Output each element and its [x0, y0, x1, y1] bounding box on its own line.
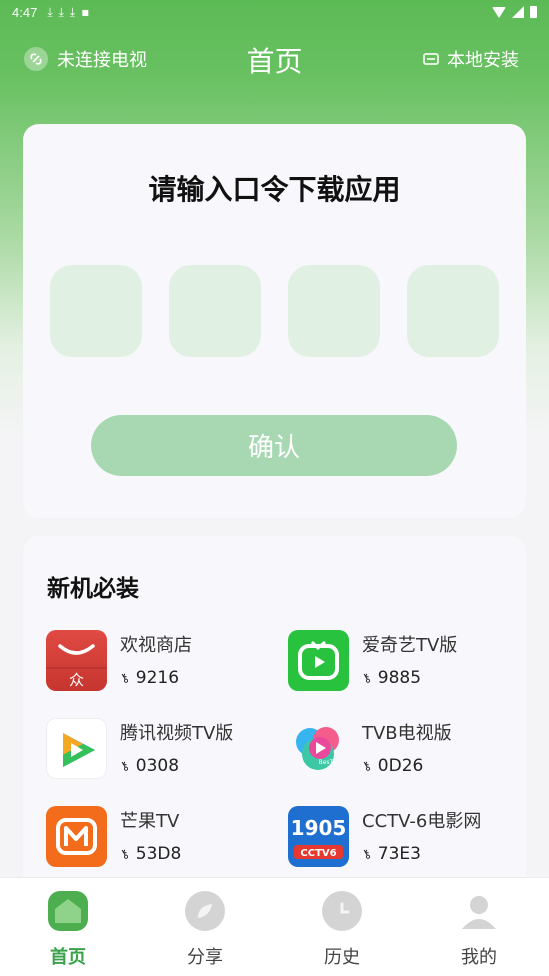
app-code: ⚷ 9885	[359, 668, 422, 688]
nav-item-history[interactable]: 历史	[302, 891, 382, 969]
app-code: ⚷ 0308	[117, 756, 180, 776]
app-name: 欢视商店	[120, 635, 192, 656]
iqiyi-icon	[288, 630, 349, 691]
app-item-tvb[interactable]: BesTV TVB电视版 ⚷ 0D26	[288, 718, 518, 780]
code-entry-title: 请输入口令下载应用	[148, 173, 401, 206]
nav-label: 历史	[324, 947, 360, 968]
local-install-button[interactable]: 本地安装	[423, 46, 519, 72]
code-digit-input-1[interactable]	[50, 265, 142, 357]
wifi-icon	[492, 6, 506, 18]
key-icon: ⚷	[359, 757, 374, 775]
huanshi-store-icon: 众	[46, 630, 107, 691]
tencent-video-icon	[46, 718, 107, 779]
key-icon: ⚷	[359, 845, 374, 863]
code-input-group	[50, 265, 499, 357]
nav-label: 我的	[461, 947, 497, 968]
svg-text:1905: 1905	[291, 816, 347, 840]
download-notification-icons: ⤓⤓⤓▪	[47, 4, 96, 19]
app-item-tencent-video[interactable]: 腾讯视频TV版 ⚷ 0308	[46, 718, 276, 780]
key-icon: ⚷	[117, 757, 132, 775]
key-icon: ⚷	[359, 669, 374, 687]
bottom-nav: 首页 分享 历史 我的	[0, 877, 549, 976]
nav-label: 分享	[187, 947, 223, 968]
mango-tv-icon	[46, 806, 107, 867]
confirm-button[interactable]: 确认	[91, 415, 457, 476]
app-name: TVB电视版	[362, 723, 452, 744]
key-icon: ⚷	[117, 669, 132, 687]
app-name: 爱奇艺TV版	[362, 635, 458, 656]
app-item-cctv6[interactable]: 1905 CCTV6 CCTV-6电影网 ⚷ 73E3	[288, 806, 518, 868]
app-name: CCTV-6电影网	[362, 811, 482, 832]
nav-item-share[interactable]: 分享	[165, 891, 245, 969]
app-code: ⚷ 73E3	[359, 844, 421, 864]
app-item-mango-tv[interactable]: 芒果TV ⚷ 53D8	[46, 806, 276, 868]
battery-icon	[530, 6, 537, 18]
svg-text:众: 众	[69, 671, 84, 689]
code-digit-input-3[interactable]	[288, 265, 380, 357]
svg-text:CCTV6: CCTV6	[300, 848, 336, 859]
profile-icon	[459, 891, 499, 931]
home-icon	[48, 891, 88, 931]
key-icon: ⚷	[117, 845, 132, 863]
local-install-label: 本地安装	[447, 50, 519, 71]
status-bar: 4:47 ⤓⤓⤓▪	[0, 0, 549, 24]
history-icon	[322, 891, 362, 931]
signal-icon	[512, 6, 524, 18]
storage-icon	[423, 53, 439, 65]
nav-label: 首页	[50, 947, 86, 968]
code-digit-input-4[interactable]	[407, 265, 499, 357]
app-name: 腾讯视频TV版	[120, 723, 234, 744]
svg-text:BesTV: BesTV	[319, 759, 339, 766]
recommended-apps-card: 新机必装 众 欢视商店 ⚷ 9216 爱奇艺TV版 ⚷ 9885 腾讯视频TV版…	[23, 536, 526, 896]
code-digit-input-2[interactable]	[169, 265, 261, 357]
cctv6-icon: 1905 CCTV6	[288, 806, 349, 867]
status-time: 4:47	[12, 4, 38, 20]
nav-item-profile[interactable]: 我的	[439, 891, 519, 969]
app-code: ⚷ 0D26	[359, 756, 424, 776]
app-code: ⚷ 9216	[117, 668, 180, 688]
tvb-icon: BesTV	[288, 718, 349, 779]
section-title: 新机必装	[47, 576, 139, 602]
nav-item-home[interactable]: 首页	[28, 891, 108, 969]
share-icon	[185, 891, 225, 931]
app-item-iqiyi[interactable]: 爱奇艺TV版 ⚷ 9885	[288, 630, 518, 692]
app-code: ⚷ 53D8	[117, 844, 182, 864]
app-name: 芒果TV	[120, 811, 180, 832]
code-entry-card: 请输入口令下载应用 确认	[23, 124, 526, 518]
app-item-huanshi[interactable]: 众 欢视商店 ⚷ 9216	[46, 630, 276, 692]
top-bar: 未连接电视 首页 本地安装	[0, 34, 549, 86]
